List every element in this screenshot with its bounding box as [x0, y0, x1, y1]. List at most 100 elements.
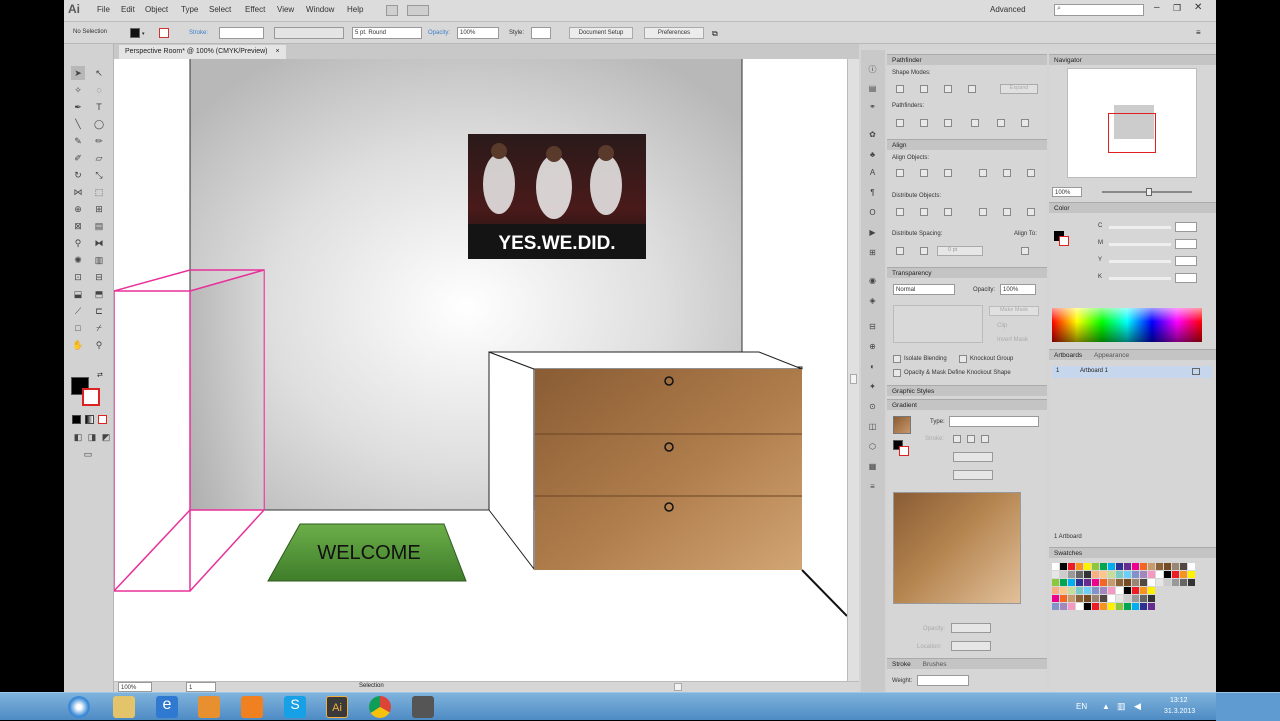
align-bottom-icon[interactable]	[1027, 169, 1035, 177]
swatch[interactable]	[1108, 603, 1115, 610]
fill-swatch[interactable]	[130, 28, 140, 38]
brushes-tab[interactable]: Brushes	[923, 661, 947, 668]
swatch[interactable]	[1060, 571, 1067, 578]
screen-mode-icon[interactable]: ▭	[81, 447, 95, 461]
swatch[interactable]	[1172, 571, 1179, 578]
swatch[interactable]	[1164, 579, 1171, 586]
transparency-strip-icon[interactable]: ◐	[866, 362, 879, 374]
document-setup-button[interactable]: Document Setup	[569, 27, 633, 39]
swatch[interactable]	[1140, 579, 1147, 586]
start-button-icon[interactable]	[68, 696, 90, 718]
illustrator-taskbar-icon[interactable]: Ai	[326, 696, 348, 718]
scale-tool-icon[interactable]: ⤡	[92, 168, 106, 182]
align-to-selection-icon[interactable]	[1021, 247, 1029, 255]
live-paint-selection-tool-icon[interactable]: ⬒	[92, 287, 106, 301]
swatch[interactable]	[1068, 595, 1075, 602]
align-strip-icon[interactable]: ⊕	[866, 342, 879, 354]
opacity-field[interactable]: 100%	[457, 27, 499, 39]
swatch[interactable]	[1180, 603, 1187, 610]
blob-brush-tool-icon[interactable]: ✐	[71, 151, 85, 165]
menu-effect[interactable]: Effect	[245, 5, 265, 14]
swatch[interactable]	[1060, 563, 1067, 570]
menu-object[interactable]: Object	[145, 5, 168, 14]
align-header[interactable]: Align	[887, 139, 1047, 150]
swatch[interactable]	[1116, 587, 1123, 594]
live-paint-tool-icon[interactable]: ⬓	[71, 287, 85, 301]
swatch[interactable]	[1116, 603, 1123, 610]
skype-icon[interactable]: S	[284, 696, 306, 718]
swatch[interactable]	[1164, 595, 1171, 602]
channel-c-field[interactable]	[1175, 222, 1197, 232]
isolate-blending-checkbox[interactable]	[893, 355, 901, 363]
arrange-icon[interactable]: ⧉	[712, 29, 718, 39]
swatch[interactable]	[1100, 579, 1107, 586]
swatch[interactable]	[1124, 579, 1131, 586]
draw-inside-icon[interactable]: ◩	[99, 430, 113, 444]
swatch[interactable]	[1116, 563, 1123, 570]
swatch[interactable]	[1156, 571, 1163, 578]
swatch[interactable]	[1124, 563, 1131, 570]
swatch[interactable]	[1092, 579, 1099, 586]
swatch[interactable]	[1188, 595, 1195, 602]
swatch[interactable]	[1124, 595, 1131, 602]
gradient-location-field[interactable]	[951, 641, 991, 651]
gradient-aspect-field[interactable]	[953, 470, 993, 480]
variable-width-field[interactable]	[274, 27, 344, 39]
gradient-type-select[interactable]	[949, 416, 1039, 427]
navigator-header[interactable]: Navigator	[1049, 54, 1216, 65]
links-icon[interactable]: ⚭	[866, 102, 879, 114]
swatch[interactable]	[1132, 563, 1139, 570]
draw-normal-icon[interactable]: ◧	[71, 430, 85, 444]
panel-menu-icon[interactable]: ≡	[1196, 28, 1201, 37]
graphic-styles-header[interactable]: Graphic Styles	[887, 385, 1047, 396]
swatch[interactable]	[1068, 603, 1075, 610]
swatch[interactable]	[1060, 603, 1067, 610]
distribute-left-icon[interactable]	[979, 208, 987, 216]
arrange-docs-icon[interactable]	[407, 5, 429, 16]
swatch[interactable]	[1108, 595, 1115, 602]
stroke-swatch[interactable]	[159, 28, 169, 38]
zoom-tool-icon[interactable]: ⚲	[92, 338, 106, 352]
stroke-strip-icon[interactable]: ≡	[866, 482, 879, 494]
actions-icon[interactable]: ▶	[866, 228, 879, 240]
stroke-weight-input[interactable]	[917, 675, 969, 686]
swatch[interactable]	[1100, 563, 1107, 570]
navigator-thumbnail[interactable]	[1067, 68, 1197, 178]
layers-icon[interactable]: ▤	[866, 84, 879, 96]
shape-builder-tool-icon[interactable]: ⊕	[71, 202, 85, 216]
pen-tool-icon[interactable]: ✒	[71, 100, 85, 114]
swatch[interactable]	[1164, 571, 1171, 578]
swatch[interactable]	[1116, 571, 1123, 578]
channel-k-field[interactable]	[1175, 273, 1197, 283]
swatch[interactable]	[1140, 603, 1147, 610]
stack-icon[interactable]: ◈	[866, 296, 879, 308]
color-header[interactable]: Color	[1049, 202, 1216, 213]
swatch[interactable]	[1076, 571, 1083, 578]
navigator-zoom-thumb[interactable]	[1146, 188, 1152, 196]
swatch[interactable]	[1140, 587, 1147, 594]
swatch[interactable]	[1108, 579, 1115, 586]
artboards-tab[interactable]: Artboards	[1054, 352, 1082, 359]
swatch[interactable]	[1124, 571, 1131, 578]
swatch[interactable]	[1100, 587, 1107, 594]
magic-wand-strip-icon[interactable]: ✦	[866, 382, 879, 394]
swatch[interactable]	[1060, 579, 1067, 586]
gradient-opacity-field[interactable]	[951, 623, 991, 633]
swatch[interactable]	[1060, 587, 1067, 594]
swatch[interactable]	[1172, 579, 1179, 586]
style-field[interactable]	[531, 27, 551, 39]
swatch[interactable]	[1084, 579, 1091, 586]
column-graph-tool-icon[interactable]: ▥	[92, 253, 106, 267]
blend-mode-select[interactable]: Normal	[893, 284, 955, 295]
align-top-icon[interactable]	[979, 169, 987, 177]
swatch[interactable]	[1140, 571, 1147, 578]
opacity-label[interactable]: Opacity:	[428, 30, 450, 36]
swatch[interactable]	[1172, 603, 1179, 610]
slice-tool-icon[interactable]: ⊟	[92, 270, 106, 284]
swatch[interactable]	[1148, 595, 1155, 602]
pathfinder-header[interactable]: Pathfinder	[887, 54, 1047, 65]
brush-field[interactable]: 5 pt. Round	[352, 27, 422, 39]
media-player-icon[interactable]	[198, 696, 220, 718]
vertical-spacing-icon[interactable]	[896, 247, 904, 255]
swatch[interactable]	[1148, 603, 1155, 610]
